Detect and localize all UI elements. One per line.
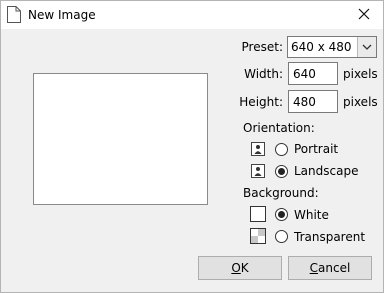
document-icon	[7, 6, 21, 23]
new-image-dialog: New Image Preset: 640 x 480 Width: 640 p…	[0, 0, 384, 293]
landscape-orientation-icon	[251, 164, 265, 178]
portrait-orientation-icon	[251, 142, 265, 156]
cancel-mnemonic: C	[309, 261, 319, 275]
window-title: New Image	[28, 8, 96, 22]
cancel-button[interactable]: Cancel	[288, 256, 372, 280]
ok-label: K	[240, 261, 249, 275]
preset-value: 640 x 480	[291, 40, 352, 54]
white-radio[interactable]	[275, 208, 288, 221]
transparent-swatch-icon	[250, 228, 266, 244]
cancel-label: ancel	[318, 261, 351, 275]
portrait-radio[interactable]	[275, 143, 288, 156]
title-bar: New Image	[1, 1, 383, 29]
height-label: Height:	[239, 95, 283, 109]
height-value: 480	[293, 95, 316, 109]
ok-mnemonic: O	[231, 261, 241, 275]
orientation-label: Orientation:	[243, 121, 315, 135]
white-label[interactable]: White	[294, 208, 329, 222]
chevron-down-icon	[362, 44, 372, 50]
preset-label: Preset:	[241, 40, 283, 54]
white-swatch-icon	[250, 206, 266, 222]
height-unit: pixels	[343, 95, 378, 109]
width-value: 640	[293, 67, 316, 81]
transparent-radio[interactable]	[275, 230, 288, 243]
transparent-label[interactable]: Transparent	[294, 230, 365, 244]
background-label: Background:	[243, 186, 319, 200]
close-icon[interactable]	[356, 6, 372, 22]
preset-dropdown-button[interactable]	[357, 37, 376, 57]
preset-select[interactable]: 640 x 480	[287, 36, 377, 58]
width-field[interactable]: 640	[288, 62, 338, 85]
landscape-label[interactable]: Landscape	[294, 164, 358, 178]
landscape-radio[interactable]	[275, 165, 288, 178]
portrait-label[interactable]: Portrait	[294, 142, 338, 156]
ok-button[interactable]: OK	[198, 256, 282, 280]
image-preview	[33, 73, 208, 205]
width-unit: pixels	[343, 67, 378, 81]
width-label: Width:	[244, 67, 283, 81]
height-field[interactable]: 480	[288, 90, 338, 113]
